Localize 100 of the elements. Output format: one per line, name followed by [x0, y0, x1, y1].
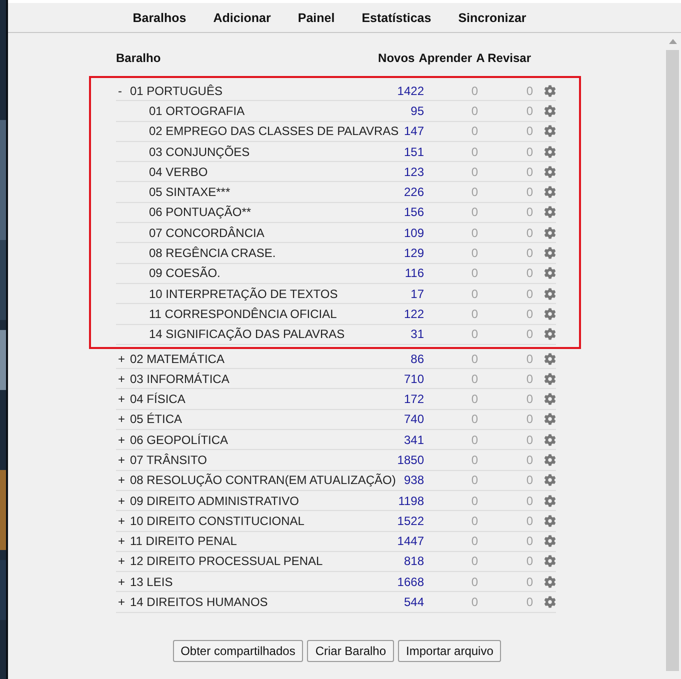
deck-name[interactable]: 07 TRÂNSITO — [130, 452, 207, 467]
learn-count: 0 — [470, 432, 478, 447]
expand-toggle[interactable]: + — [118, 392, 124, 406]
settings-icon[interactable] — [544, 555, 556, 568]
deck-name[interactable]: 06 GEOPOLÍTICA — [130, 432, 228, 447]
deck-name[interactable]: 09 COESÃO. — [149, 266, 220, 280]
expand-toggle[interactable]: + — [118, 432, 124, 447]
scroll-up-icon[interactable] — [668, 39, 676, 44]
action-button[interactable]: Obter compartilhados — [172, 640, 304, 662]
expand-toggle[interactable]: + — [118, 534, 124, 548]
deck-name[interactable]: 11 CORRESPONDÊNCIA OFICIAL — [149, 306, 337, 321]
new-count: 1850 — [396, 452, 424, 467]
settings-icon[interactable] — [544, 104, 556, 117]
settings-icon[interactable] — [544, 226, 556, 239]
settings-icon[interactable] — [544, 535, 556, 548]
due-count: 0 — [525, 84, 533, 98]
new-count: 341 — [402, 432, 424, 447]
deck-name[interactable]: 01 ORTOGRAFIA — [149, 104, 245, 118]
settings-icon[interactable] — [544, 186, 556, 198]
new-count: 226 — [402, 185, 424, 200]
expand-toggle[interactable]: + — [118, 452, 124, 467]
deck-name[interactable]: 12 DIREITO PROCESSUAL PENAL — [130, 554, 323, 568]
deck-name[interactable]: 04 VERBO — [149, 164, 208, 179]
settings-icon[interactable] — [544, 352, 556, 364]
column-header: Novos — [378, 51, 415, 65]
due-count: 0 — [525, 494, 533, 508]
deck-name[interactable]: 07 CONCORDÂNCIA — [149, 226, 264, 240]
due-count: 0 — [525, 144, 533, 159]
learn-count: 0 — [470, 164, 478, 179]
settings-icon[interactable] — [544, 308, 556, 320]
due-count: 0 — [525, 266, 533, 280]
expand-toggle[interactable]: + — [118, 554, 124, 568]
expand-toggle[interactable]: + — [118, 514, 124, 528]
deck-name[interactable]: 03 INFORMÁTICA — [130, 372, 230, 386]
toolbar-link[interactable]: Sincronizar — [458, 10, 526, 24]
deck-name[interactable]: 10 DIREITO CONSTITUCIONAL — [130, 514, 304, 528]
settings-icon[interactable] — [544, 596, 556, 608]
expand-toggle[interactable]: + — [118, 352, 124, 366]
settings-icon[interactable] — [544, 413, 556, 426]
settings-icon[interactable] — [544, 84, 556, 97]
settings-icon[interactable] — [544, 125, 556, 138]
deck-name[interactable]: 09 DIREITO ADMINISTRATIVO — [130, 494, 299, 508]
settings-icon[interactable] — [544, 434, 556, 446]
learn-count: 0 — [470, 246, 478, 260]
deck-name[interactable]: 04 FÍSICA — [130, 392, 186, 406]
new-count: 31 — [410, 327, 424, 342]
settings-icon[interactable] — [544, 206, 556, 218]
settings-icon[interactable] — [544, 247, 556, 260]
toolbar-link[interactable]: Adicionar — [213, 10, 271, 24]
deck-name[interactable]: 11 DIREITO PENAL — [130, 534, 237, 548]
action-button[interactable]: Criar Baralho — [307, 640, 394, 662]
deck-name[interactable]: 06 PONTUAÇÃO** — [149, 205, 252, 220]
learn-count: 0 — [470, 84, 478, 98]
expand-toggle[interactable]: + — [118, 574, 124, 589]
settings-icon[interactable] — [544, 267, 556, 280]
deck-name[interactable]: 01 PORTUGUÊS — [130, 84, 222, 98]
settings-icon[interactable] — [544, 494, 556, 507]
deck-name[interactable]: 10 INTERPRETAÇÃO DE TEXTOS — [149, 286, 338, 301]
deck-name[interactable]: 08 RESOLUÇÃO CONTRAN(EM ATUALIZAÇÃO) — [130, 473, 396, 488]
action-button[interactable]: Importar arquivo — [398, 640, 502, 662]
learn-count: 0 — [470, 327, 478, 342]
expand-toggle[interactable]: + — [118, 595, 124, 610]
due-count: 0 — [525, 452, 533, 467]
settings-icon[interactable] — [544, 146, 556, 158]
column-header: A Revisar — [476, 51, 531, 65]
settings-icon[interactable] — [544, 393, 556, 406]
expand-toggle[interactable]: + — [118, 473, 124, 488]
settings-icon[interactable] — [544, 514, 556, 527]
due-count: 0 — [525, 164, 533, 179]
new-count: 129 — [402, 246, 424, 260]
deck-name[interactable]: 13 LEIS — [130, 574, 173, 589]
deck-name[interactable]: 05 ÉTICA — [130, 412, 182, 426]
settings-icon[interactable] — [544, 288, 556, 300]
deck-name[interactable]: 05 SINTAXE*** — [149, 185, 230, 200]
due-count: 0 — [525, 205, 533, 220]
settings-icon[interactable] — [544, 328, 556, 340]
toolbar-link[interactable]: Estatísticas — [362, 10, 432, 24]
toolbar-link[interactable]: Baralhos — [132, 10, 186, 24]
settings-icon[interactable] — [544, 474, 556, 486]
deck-name[interactable]: 14 DIREITOS HUMANOS — [130, 595, 268, 610]
learn-count: 0 — [470, 494, 478, 508]
deck-name[interactable]: 02 EMPREGO DAS CLASSES DE PALAVRAS — [149, 124, 399, 138]
expand-toggle[interactable]: + — [118, 494, 124, 508]
deck-name[interactable]: 08 REGÊNCIA CRASE. — [149, 246, 276, 260]
settings-icon[interactable] — [544, 166, 556, 178]
learn-count: 0 — [470, 104, 478, 118]
deck-name[interactable]: 02 MATEMÁTICA — [130, 352, 224, 366]
settings-icon[interactable] — [544, 576, 556, 588]
expand-toggle[interactable]: + — [118, 412, 124, 426]
deck-name[interactable]: 03 CONJUNÇÕES — [149, 144, 250, 159]
expand-toggle[interactable]: + — [118, 372, 124, 386]
settings-icon[interactable] — [544, 372, 556, 385]
toolbar-link[interactable]: Painel — [298, 10, 335, 24]
settings-icon[interactable] — [544, 454, 556, 466]
deck-name[interactable]: 14 SIGNIFICAÇÃO DAS PALAVRAS — [149, 327, 345, 342]
new-count: 172 — [402, 392, 424, 406]
expand-toggle[interactable]: - — [118, 84, 124, 98]
due-count: 0 — [525, 432, 533, 447]
learn-count: 0 — [470, 205, 478, 220]
new-count: 818 — [402, 554, 424, 568]
